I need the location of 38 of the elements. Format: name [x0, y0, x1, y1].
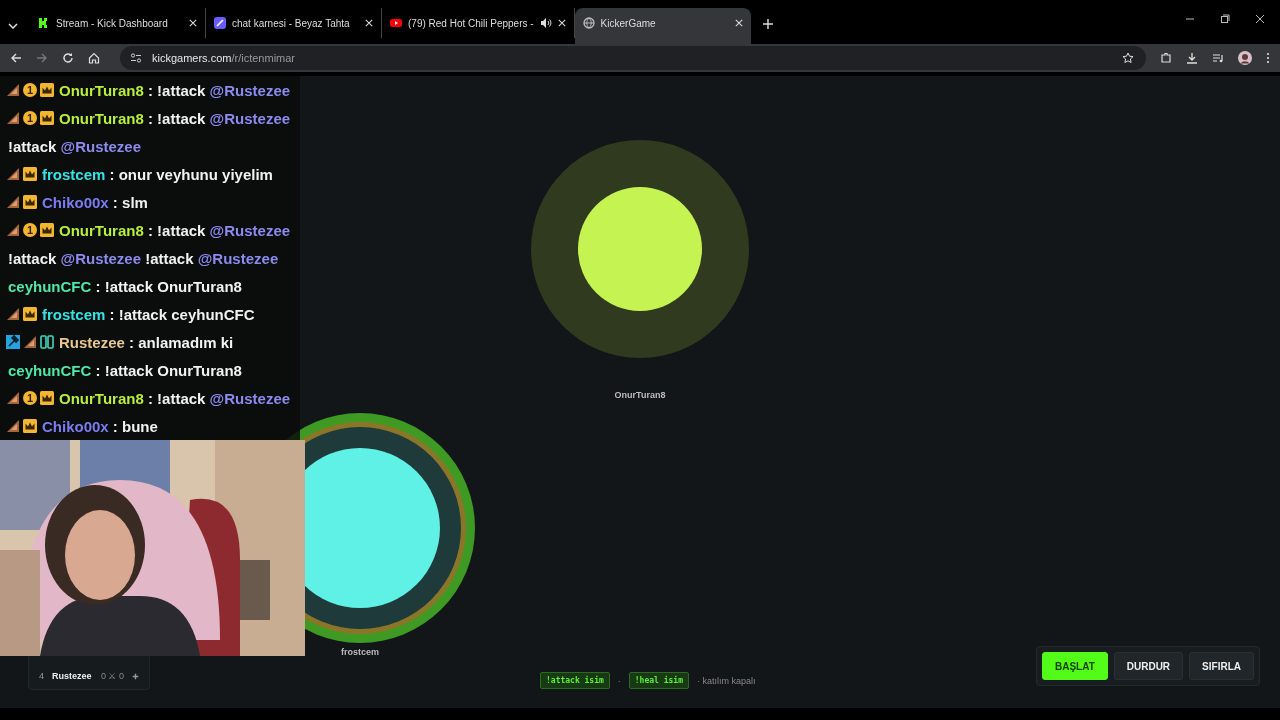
chat-message: OnurTuran8 : !attack @Rustezee — [59, 389, 291, 407]
tab-title: chat karnesi - Beyaz Tahta — [232, 17, 351, 29]
address-bar[interactable]: kickgamers.com/r/ictenmimar — [120, 46, 1146, 70]
chat-message: !attack @Rustezee — [8, 137, 142, 155]
score-text: 0 ⚔ 0 — [101, 671, 124, 681]
chat-message: OnurTuran8 : !attack @Rustezee — [59, 81, 291, 99]
chat-message: Chiko00x : bune — [42, 417, 158, 435]
command-chip: !heal isim — [628, 672, 689, 689]
join-status: · katılım kapalı — [696, 675, 756, 686]
chat-message: OnurTuran8 : !attack @Rustezee — [59, 221, 291, 239]
chat-message: ceyhunCFC : !attack OnurTuran8 — [8, 277, 242, 295]
browser-tab[interactable]: KickerGame — [574, 8, 751, 44]
command-chip: !attack isim — [540, 672, 610, 689]
player-name: frostcem — [341, 647, 379, 657]
game-button[interactable]: SIFIRLA — [1189, 652, 1254, 680]
chat-message: frostcem : !attack ceyhunCFC — [42, 305, 255, 323]
chat-message: ceyhunCFC : !attack OnurTuran8 — [8, 361, 242, 379]
gift-count-badge: 1 — [23, 83, 37, 97]
chat-message: OnurTuran8 : !attack @Rustezee — [59, 109, 291, 127]
gift-count-badge: 1 — [23, 111, 37, 125]
player-name: Rustezee — [52, 671, 93, 681]
browser-tab[interactable]: chat karnesi - Beyaz Tahta — [206, 8, 382, 38]
player-name: OnurTuran8 — [614, 390, 666, 400]
separator-dot: · — [617, 675, 621, 686]
tab-title: Stream - Kick Dashboard — [56, 17, 169, 29]
chat-message: !attack @Rustezee !attack @Rustezee — [8, 249, 279, 267]
gift-count-badge: 1 — [23, 391, 37, 405]
tab-title: KickerGame — [600, 17, 657, 29]
tab-title: (79) Red Hot Chili Peppers - — [408, 17, 534, 29]
chat-message: Chiko00x : slm — [42, 193, 148, 211]
browser-tab[interactable]: Stream - Kick Dashboard — [30, 8, 206, 38]
game-button[interactable]: BAŞLAT — [1041, 652, 1108, 680]
browser-tab[interactable]: (79) Red Hot Chili Peppers - — [382, 8, 575, 38]
chat-message: Rustezee : anlamadım ki — [59, 333, 234, 351]
chat-message: frostcem : onur veyhunu yiyelim — [42, 165, 273, 183]
game-button[interactable]: DURDUR — [1113, 652, 1184, 680]
gift-count-badge: 1 — [23, 223, 37, 237]
rank-number: 4 — [39, 671, 44, 681]
